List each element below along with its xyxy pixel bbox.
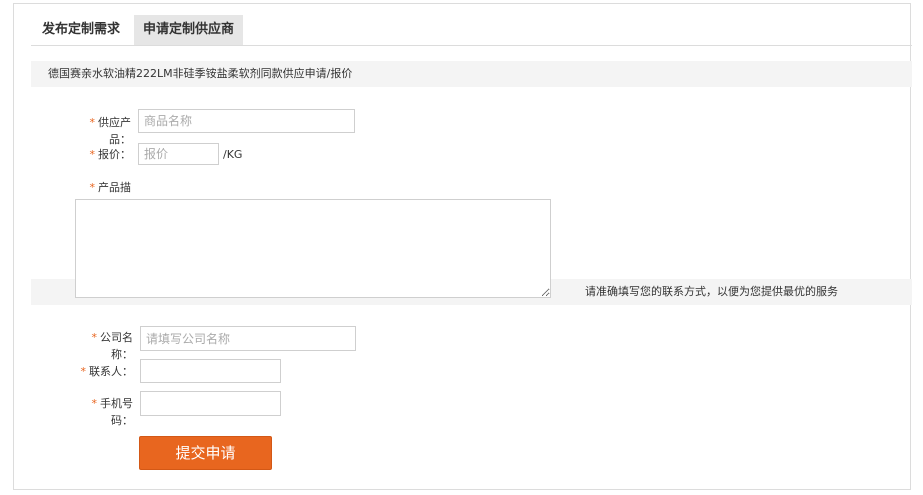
description-textarea[interactable] xyxy=(75,199,551,298)
product-title: 德国赛亲水软油精222LM非硅季铵盐柔软剂同款供应申请/报价 xyxy=(48,67,353,80)
contact-hint: 请准确填写您的联系方式，以便为您提供最优的服务 xyxy=(585,285,838,298)
required-mark: * xyxy=(89,181,96,194)
contact-person-label: * 联系人： xyxy=(80,365,134,378)
price-label: * 报价： xyxy=(89,148,132,161)
product-title-bar: 德国赛亲水软油精222LM非硅季铵盐柔软剂同款供应申请/报价 xyxy=(31,61,912,87)
tab-apply-custom-supplier[interactable]: 申请定制供应商 xyxy=(134,15,243,45)
price-unit: /KG xyxy=(223,148,243,161)
phone-input[interactable] xyxy=(140,391,281,416)
contact-person-input[interactable] xyxy=(140,359,281,383)
required-mark: * xyxy=(91,331,98,344)
required-mark: * xyxy=(89,148,96,161)
supply-product-input[interactable] xyxy=(138,109,355,133)
submit-application-button[interactable]: 提交申请 xyxy=(139,436,272,470)
tab-divider xyxy=(31,45,912,46)
tab-post-custom-demand[interactable]: 发布定制需求 xyxy=(31,15,131,45)
required-mark: * xyxy=(80,365,87,378)
company-name-input[interactable] xyxy=(140,326,356,351)
phone-label: * 手机号 码： xyxy=(91,397,134,427)
required-mark: * xyxy=(91,397,98,410)
required-mark: * xyxy=(89,116,96,129)
price-input[interactable] xyxy=(138,143,219,165)
description-label: * 产品描 xyxy=(89,181,132,194)
company-label: * 公司名 称： xyxy=(91,331,134,361)
supply-application-panel: 发布定制需求 申请定制供应商 德国赛亲水软油精222LM非硅季铵盐柔软剂同款供应… xyxy=(13,3,912,490)
supply-product-label: * 供应产 品： xyxy=(89,116,132,146)
